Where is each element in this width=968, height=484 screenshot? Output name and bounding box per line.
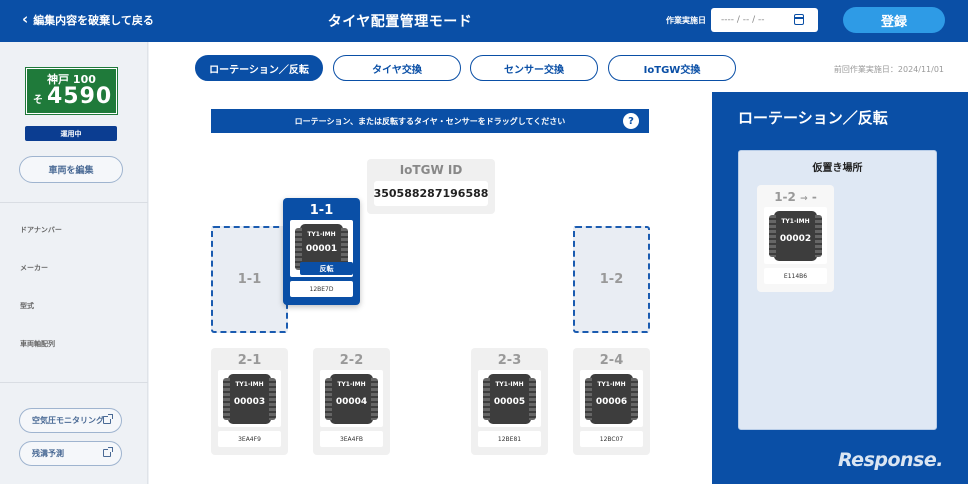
iotgw-id: 350588287196588 [374, 181, 488, 206]
tire-card-temporary[interactable]: 1-2 → - TY1-IMH 00002 E114B6 [757, 185, 834, 292]
tire-position: 2-3 [497, 353, 522, 368]
response-watermark-logo: Response. [838, 449, 943, 471]
plate-number: 4590 [47, 84, 113, 109]
iotgw-label: IoTGW ID [399, 163, 463, 177]
tire-icon: TY1-IMH 00004 [325, 374, 378, 424]
tire-layout-canvas: ローテーション、または反転するタイヤ・センサーをドラッグしてください ? IoT… [149, 92, 712, 484]
external-link-icon [103, 414, 113, 424]
tire-card-selected[interactable]: 1-1 TY1-IMH 00001 反転 12BE7D [283, 198, 360, 305]
last-work-date: 前回作業実施日：2024/11/01 [833, 65, 944, 74]
instruction-text: ローテーション、または反転するタイヤ・センサーをドラッグしてください [294, 116, 566, 126]
tab-rotation-flip[interactable]: ローテーション／反転 [195, 55, 323, 81]
tire-number: 00006 [595, 397, 628, 407]
tire-card[interactable]: 2-1 TY1-IMH 00003 3EA4F9 [211, 348, 288, 455]
tire-icon: TY1-IMH 00001 反転 [295, 224, 353, 275]
tire-model: TY1-IMH [781, 218, 810, 225]
license-plate: 神戸 100 そ 4590 [25, 67, 118, 115]
field-door-number: ドアナンバー [20, 226, 62, 234]
sensor-id: 12BE7D [290, 281, 353, 297]
pressure-monitoring-label: 空気圧モニタリング [32, 416, 104, 425]
sidebar-divider [0, 382, 148, 383]
temporary-area[interactable]: 仮置き場所 1-2 → - TY1-IMH 00002 E114B6 [738, 150, 937, 430]
status-badge: 運用中 [25, 126, 117, 141]
work-date-placeholder: ---- / -- / -- [721, 15, 765, 25]
vehicle-sidebar: 神戸 100 そ 4590 運用中 車両を編集 ドアナンバー メーカー 型式 車… [0, 42, 148, 484]
external-link-icon [103, 447, 113, 457]
mode-tabbar: ローテーション／反転 タイヤ交換 センサー交換 IoTGW交換 前回作業実施日：… [149, 42, 968, 92]
edit-vehicle-button[interactable]: 車両を編集 [19, 156, 123, 183]
sensor-id: 3EA4F9 [218, 431, 281, 447]
tire-card[interactable]: 2-4 TY1-IMH 00006 12BC07 [573, 348, 650, 455]
panel-title: ローテーション／反転 [738, 109, 888, 127]
tire-icon: TY1-IMH 00003 [223, 374, 276, 424]
tire-well: TY1-IMH 00002 [764, 207, 827, 264]
tire-number: 00005 [493, 397, 526, 407]
tread-prediction-label: 残溝予測 [32, 449, 64, 458]
tire-position: 1-1 [309, 203, 334, 218]
top-header: ‹ 編集内容を破棄して戻る タイヤ配置管理モード 作業実施日 ---- / --… [0, 0, 968, 42]
work-date-input[interactable]: ---- / -- / -- [711, 8, 818, 32]
sensor-id: 3EA4FB [320, 431, 383, 447]
tire-position: 2-2 [339, 353, 364, 368]
tire-number: 00001 [305, 244, 338, 254]
plate-kana: そ [33, 95, 43, 106]
tire-number: 00003 [233, 397, 266, 407]
field-model: 型式 [20, 302, 34, 310]
tire-position: 2-1 [237, 353, 262, 368]
tire-number: 00002 [779, 234, 812, 244]
tire-model: TY1-IMH [235, 381, 264, 388]
tire-number: 00004 [335, 397, 368, 407]
flip-badge: 反転 [300, 262, 353, 275]
sensor-id: E114B6 [764, 268, 827, 284]
tire-well: TY1-IMH 00006 [580, 370, 643, 427]
tire-icon: TY1-IMH 00005 [483, 374, 536, 424]
arrow-right-icon: → [800, 194, 808, 204]
help-icon[interactable]: ? [623, 113, 639, 129]
tire-model: TY1-IMH [495, 381, 524, 388]
temporary-area-label: 仮置き場所 [812, 163, 863, 174]
tab-iotgw-replace[interactable]: IoTGW交換 [608, 55, 736, 81]
tire-to-position: - [811, 190, 817, 204]
tire-model: TY1-IMH [337, 381, 366, 388]
tire-move-caption: 1-2 → - [757, 190, 834, 204]
tire-well: TY1-IMH 00004 [320, 370, 383, 427]
work-date-label: 作業実施日 [666, 16, 706, 25]
tread-prediction-button[interactable]: 残溝予測 [19, 441, 122, 466]
tire-card[interactable]: 2-2 TY1-IMH 00004 3EA4FB [313, 348, 390, 455]
rotation-panel: ローテーション／反転 仮置き場所 1-2 → - TY1-IMH 00002 E… [712, 92, 968, 484]
tire-icon: TY1-IMH 00002 [769, 211, 822, 261]
tire-model: TY1-IMH [597, 381, 626, 388]
tire-card[interactable]: 2-3 TY1-IMH 00005 12BE81 [471, 348, 548, 455]
tab-sensor-replace[interactable]: センサー交換 [470, 55, 598, 81]
tire-icon: TY1-IMH 00006 [585, 374, 638, 424]
sidebar-divider [0, 202, 148, 203]
instruction-banner: ローテーション、または反転するタイヤ・センサーをドラッグしてください ? [211, 109, 649, 133]
tire-well: TY1-IMH 00001 反転 [290, 220, 353, 277]
tire-well: TY1-IMH 00005 [478, 370, 541, 427]
field-maker: メーカー [20, 264, 48, 272]
calendar-icon[interactable] [794, 14, 804, 25]
tire-position: 2-4 [599, 353, 624, 368]
sensor-id: 12BC07 [580, 431, 643, 447]
sensor-id: 12BE81 [478, 431, 541, 447]
field-axle-layout: 車両軸配列 [20, 340, 55, 348]
drop-slot-1-1[interactable]: 1-1 [211, 226, 288, 333]
tab-tire-replace[interactable]: タイヤ交換 [333, 55, 461, 81]
tire-model: TY1-IMH [307, 231, 336, 238]
register-button[interactable]: 登録 [843, 7, 945, 33]
iotgw-box: IoTGW ID 350588287196588 [367, 159, 495, 214]
drop-slot-1-2[interactable]: 1-2 [573, 226, 650, 333]
tire-well: TY1-IMH 00003 [218, 370, 281, 427]
pressure-monitoring-button[interactable]: 空気圧モニタリング [19, 408, 122, 433]
tire-from-position: 1-2 [774, 190, 796, 204]
